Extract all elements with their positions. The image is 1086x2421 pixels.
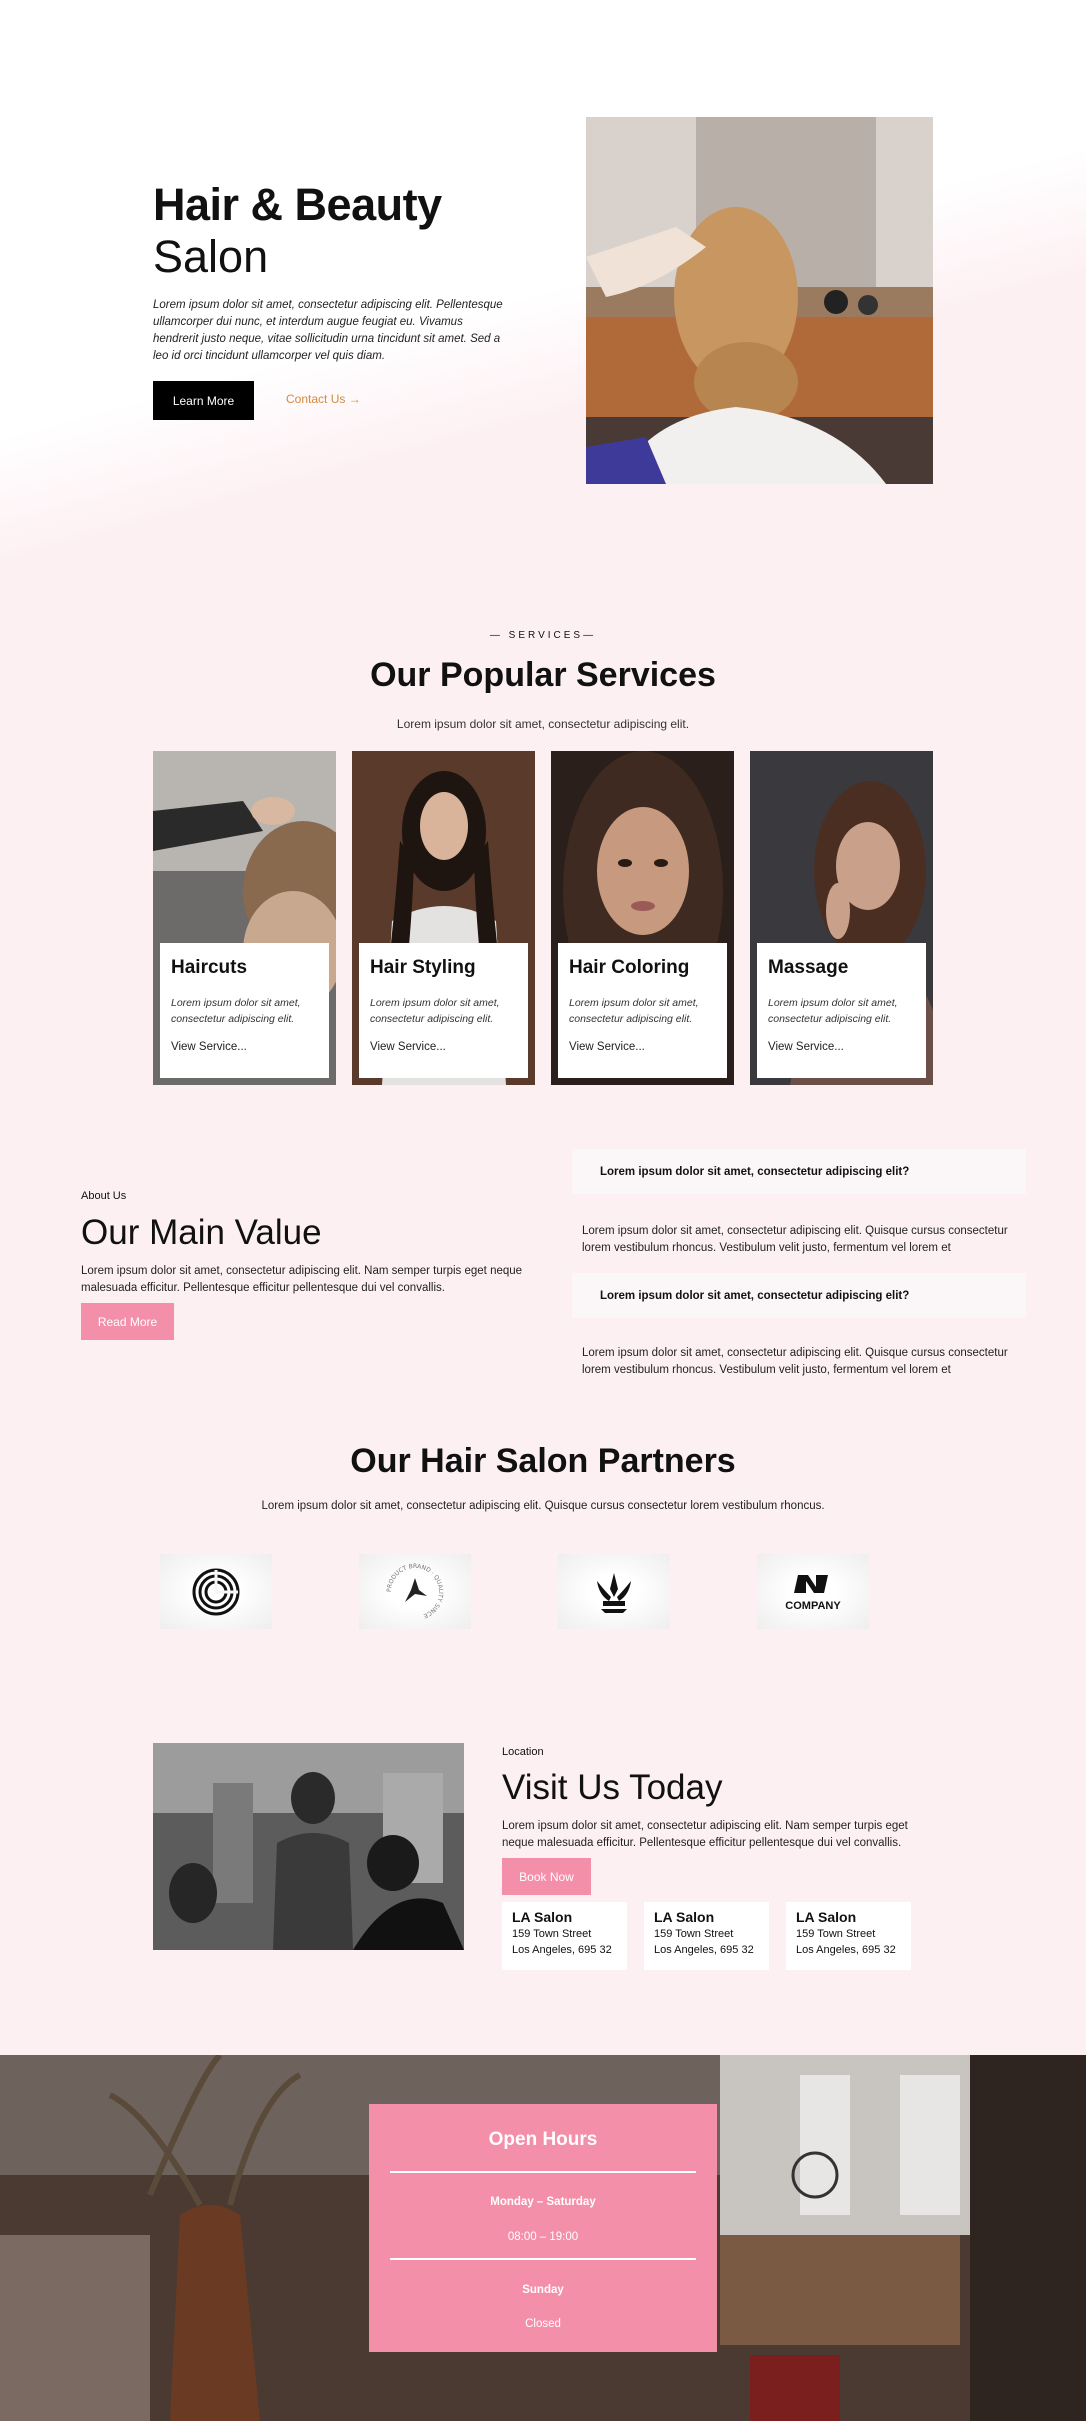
faq-answer-1: Lorem ipsum dolor sit amet, consectetur …: [582, 1225, 1008, 1254]
visit-text: Lorem ipsum dolor sit amet, consectetur …: [502, 1820, 908, 1849]
divider: [390, 2258, 696, 2260]
view-service-link[interactable]: View Service...: [569, 1041, 716, 1053]
partners-title: Our Hair Salon Partners: [350, 1442, 736, 1480]
service-card-desc: Lorem ipsum dolor sit amet, consectetur …: [171, 997, 301, 1025]
faq-question-2[interactable]: Lorem ipsum dolor sit amet, consectetur …: [572, 1273, 1026, 1318]
service-card-title: Hair Coloring: [569, 957, 690, 978]
faq-question-1[interactable]: Lorem ipsum dolor sit amet, consectetur …: [572, 1149, 1026, 1194]
location-card: LA Salon 159 Town Street Los Angeles, 69…: [644, 1902, 769, 1970]
service-card-desc: Lorem ipsum dolor sit amet, consectetur …: [569, 997, 699, 1025]
services-title: Our Popular Services: [370, 656, 716, 694]
location-street: 159 Town Street: [654, 1928, 734, 1940]
services-text: Lorem ipsum dolor sit amet, consectetur …: [396, 717, 690, 731]
sunday-label: Sunday: [522, 2284, 564, 2296]
service-card-title: Hair Styling: [370, 957, 476, 978]
circular-text-logo-icon: PRODUCT BRAND · QUALITY SINCE: [359, 1554, 471, 1629]
hero-title: Hair & Beauty: [153, 179, 442, 230]
hero-text: Lorem ipsum dolor sit amet, consectetur …: [153, 299, 503, 362]
divider: [390, 2171, 696, 2173]
service-card-hair-styling[interactable]: Hair Styling Lorem ipsum dolor sit amet,…: [352, 751, 535, 1085]
weekday-hours: 08:00 – 19:00: [507, 2231, 579, 2243]
location-city: Los Angeles, 695 32: [654, 1944, 754, 1956]
location-street: 159 Town Street: [512, 1928, 592, 1940]
open-hours-box: Open Hours Monday – Saturday 08:00 – 19:…: [369, 2104, 717, 2352]
service-card-hair-coloring[interactable]: Hair Coloring Lorem ipsum dolor sit amet…: [551, 751, 734, 1085]
location-name: LA Salon: [796, 1909, 857, 1925]
view-service-link[interactable]: View Service...: [768, 1041, 915, 1053]
read-more-button[interactable]: Read More: [81, 1303, 174, 1340]
spiral-logo-icon: [160, 1554, 272, 1629]
service-card-content: Hair Styling Lorem ipsum dolor sit amet,…: [359, 943, 528, 1078]
learn-more-button[interactable]: Learn More: [153, 381, 254, 420]
location-street: 159 Town Street: [796, 1928, 876, 1940]
hero-image: [586, 117, 933, 484]
faq-answer-2: Lorem ipsum dolor sit amet, consectetur …: [582, 1347, 1008, 1376]
location-card: LA Salon 159 Town Street Los Angeles, 69…: [786, 1902, 911, 1970]
service-card-desc: Lorem ipsum dolor sit amet, consectetur …: [370, 997, 500, 1025]
view-service-link[interactable]: View Service...: [370, 1041, 517, 1053]
open-hours-title: Open Hours: [488, 2129, 598, 2150]
service-card-content: Massage Lorem ipsum dolor sit amet, cons…: [757, 943, 926, 1078]
service-card-content: Hair Coloring Lorem ipsum dolor sit amet…: [558, 943, 727, 1078]
weekday-label: Monday – Saturday: [490, 2196, 596, 2208]
about-text: Lorem ipsum dolor sit amet, consectetur …: [81, 1265, 523, 1294]
visit-eyebrow: Location: [502, 1746, 544, 1758]
company-logo-icon: COMPANY: [757, 1554, 869, 1629]
view-service-link[interactable]: View Service...: [171, 1041, 318, 1053]
company-logo-text: COMPANY: [785, 1600, 841, 1612]
location-name: LA Salon: [512, 1909, 573, 1925]
sunday-status: Closed: [525, 2318, 561, 2330]
location-name: LA Salon: [654, 1909, 715, 1925]
barber-photo: [153, 1743, 464, 1950]
contact-us-link[interactable]: Contact Us →: [286, 392, 361, 406]
book-now-button[interactable]: Book Now: [502, 1858, 591, 1895]
location-city: Los Angeles, 695 32: [512, 1944, 612, 1956]
partners-text: Lorem ipsum dolor sit amet, consectetur …: [261, 1500, 825, 1512]
service-card-content: Haircuts Lorem ipsum dolor sit amet, con…: [160, 943, 329, 1078]
about-title: Our Main Value: [81, 1213, 322, 1252]
service-card-title: Massage: [768, 957, 849, 978]
visit-title: Visit Us Today: [502, 1768, 723, 1807]
service-card-massage[interactable]: Massage Lorem ipsum dolor sit amet, cons…: [750, 751, 933, 1085]
service-card-haircuts[interactable]: Haircuts Lorem ipsum dolor sit amet, con…: [153, 751, 336, 1085]
hero-subtitle: Salon: [153, 231, 269, 282]
location-city: Los Angeles, 695 32: [796, 1944, 896, 1956]
service-card-desc: Lorem ipsum dolor sit amet, consectetur …: [768, 997, 898, 1025]
services-eyebrow: — SERVICES—: [489, 630, 597, 641]
location-card: LA Salon 159 Town Street Los Angeles, 69…: [502, 1902, 627, 1970]
crest-logo-icon: [558, 1554, 670, 1629]
about-eyebrow: About Us: [81, 1190, 127, 1202]
service-card-title: Haircuts: [171, 957, 248, 978]
